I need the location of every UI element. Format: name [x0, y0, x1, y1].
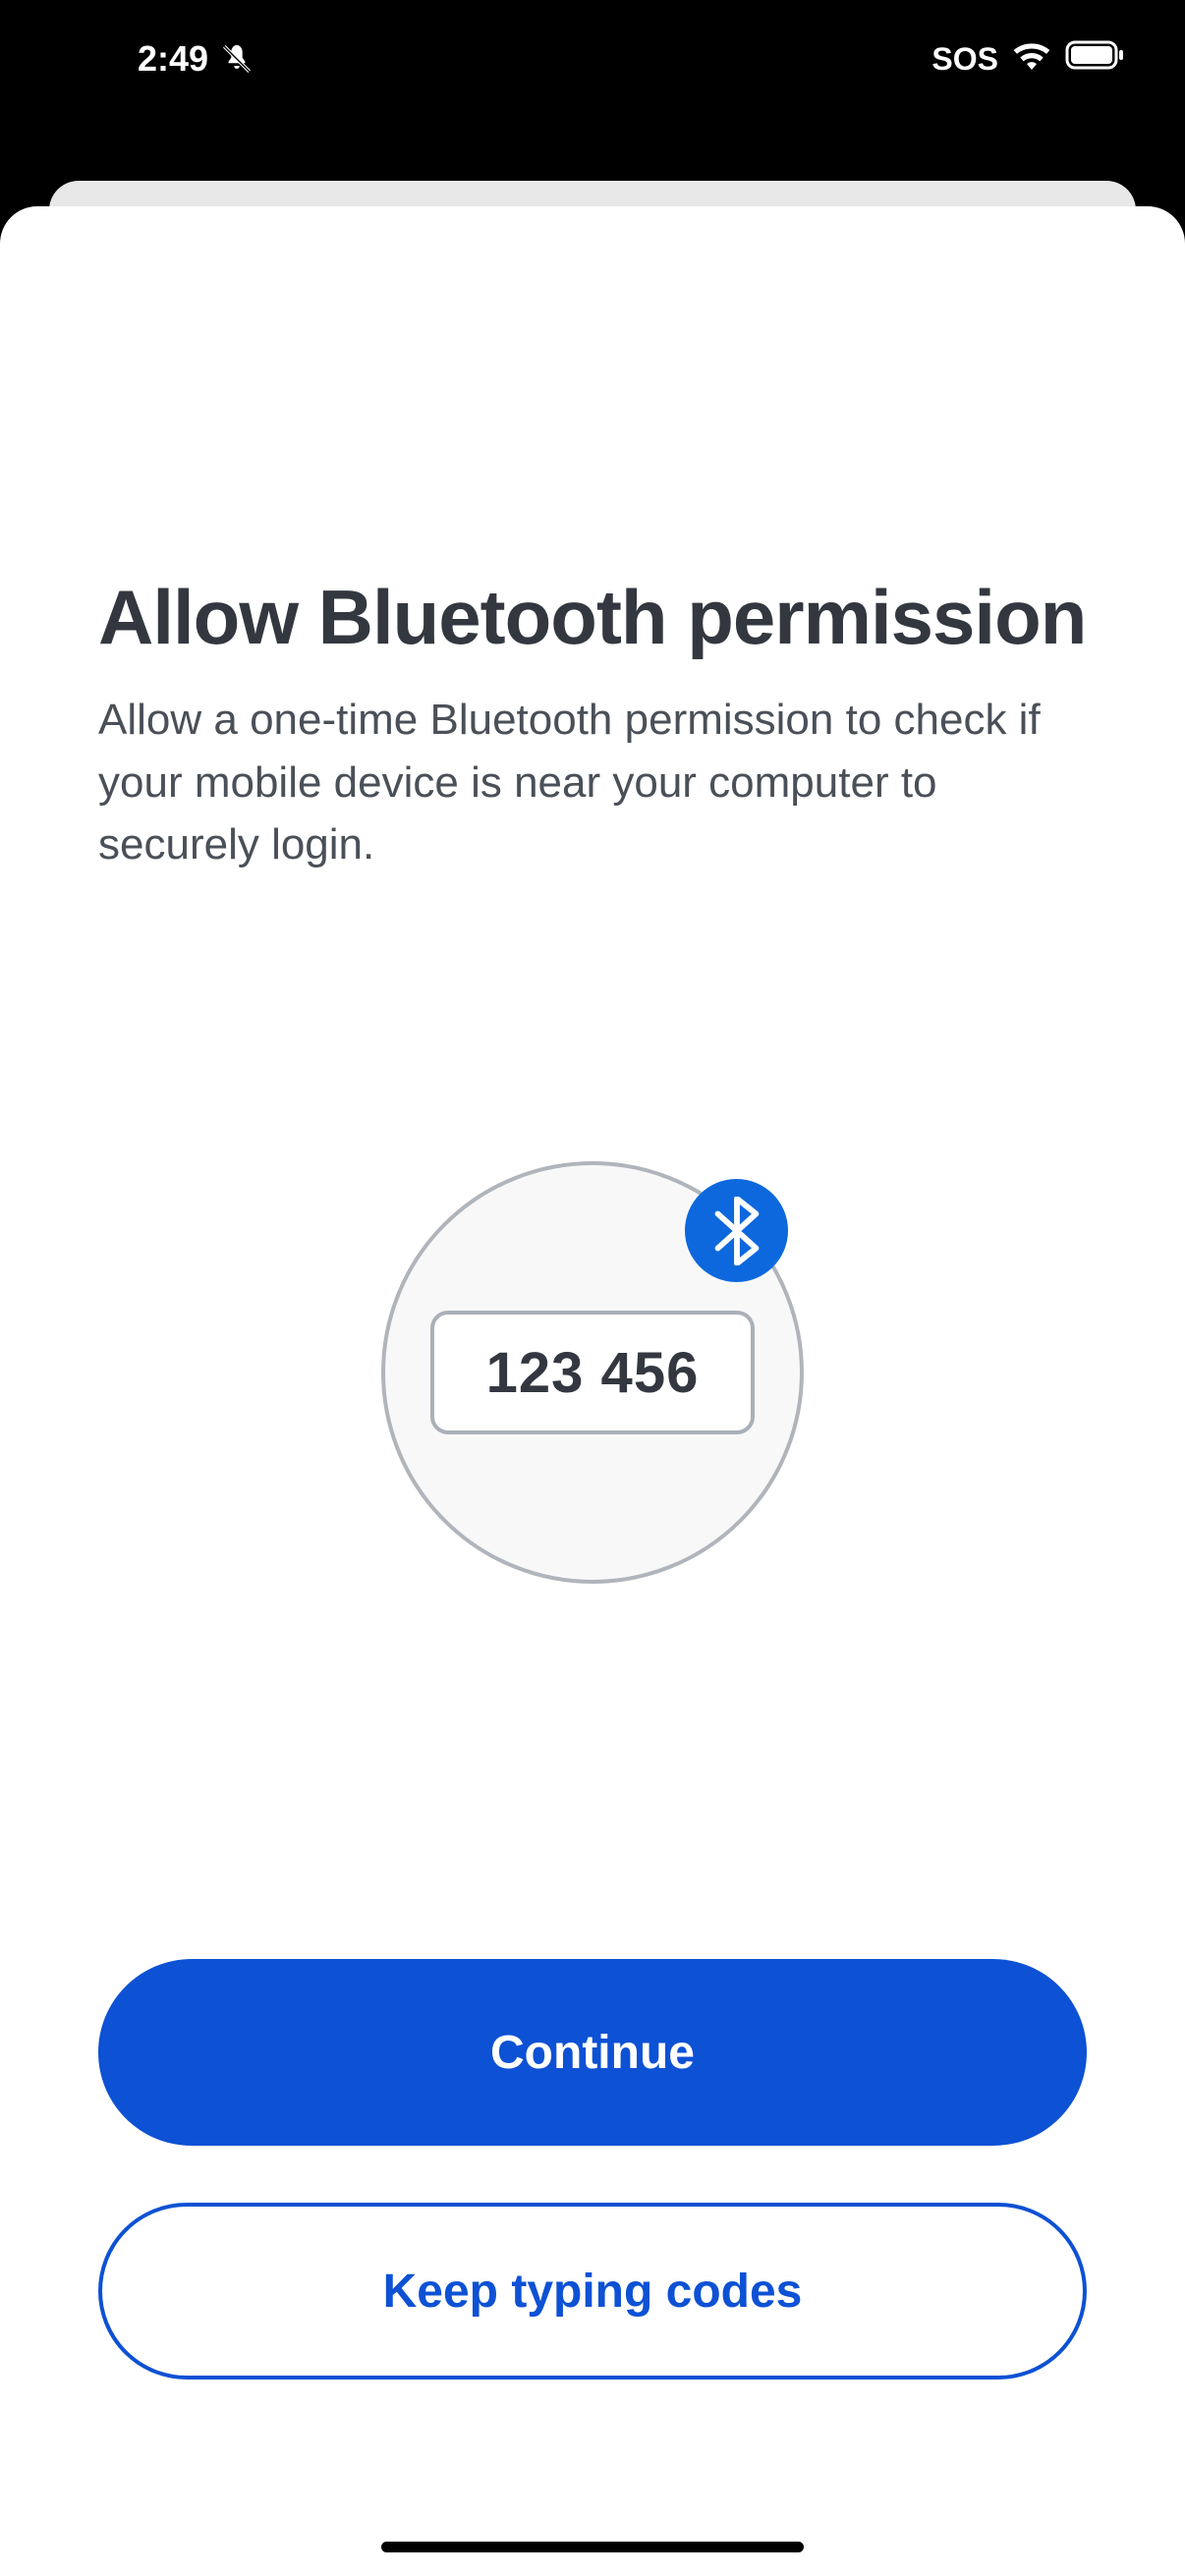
- wifi-icon: [1012, 40, 1051, 78]
- status-bar-left: 2:49: [49, 38, 254, 80]
- battery-icon: [1065, 40, 1124, 78]
- sos-label: SOS: [931, 41, 998, 78]
- continue-button[interactable]: Continue: [98, 1959, 1087, 2146]
- page-subtitle: Allow a one-time Bluetooth permission to…: [98, 689, 1087, 876]
- bluetooth-icon: [685, 1179, 788, 1282]
- illustration-container: 123 456: [98, 1161, 1087, 1584]
- keep-typing-codes-button[interactable]: Keep typing codes: [98, 2203, 1087, 2380]
- page-title: Allow Bluetooth permission: [98, 570, 1087, 665]
- buttons-container: Continue Keep typing codes: [98, 1959, 1087, 2380]
- home-indicator[interactable]: [381, 2542, 804, 2552]
- illustration-code-box: 123 456: [430, 1311, 755, 1434]
- status-bar-right: SOS: [931, 40, 1136, 78]
- permission-sheet: Allow Bluetooth permission Allow a one-t…: [0, 206, 1185, 2576]
- code-illustration: 123 456: [381, 1161, 804, 1584]
- bell-muted-icon: [220, 42, 254, 76]
- status-time: 2:49: [138, 38, 208, 80]
- status-bar: 2:49 SOS: [0, 0, 1185, 118]
